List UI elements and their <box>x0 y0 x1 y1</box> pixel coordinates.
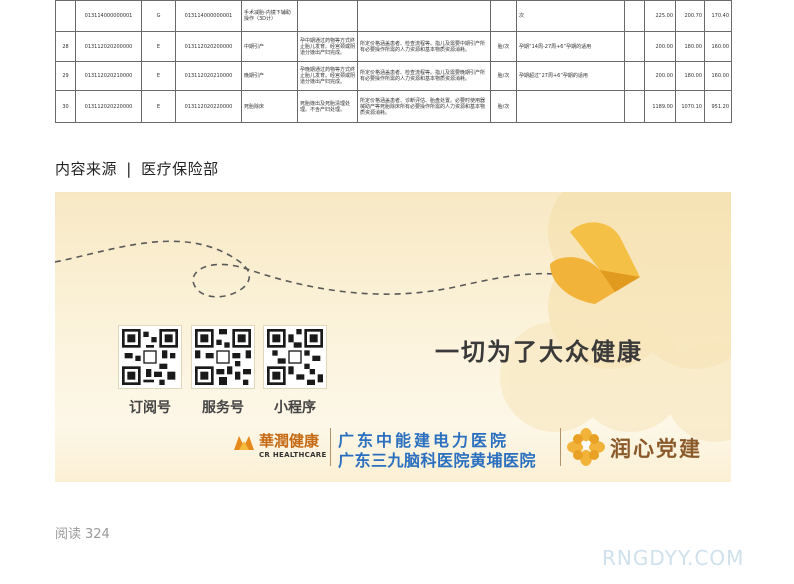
read-count-label: 阅读 <box>55 527 82 542</box>
fee-table-fragment: 013114000000001 G 013114000000001 手术减胎-内镜下辅… <box>55 0 732 123</box>
table-cell: E <box>141 31 176 62</box>
table-cell <box>297 0 358 32</box>
table-cell: 死胎娩出及死胎清理处理。不含产妇处理。 <box>297 90 358 123</box>
brand-name-en: CR HEALTHCARE <box>259 451 327 459</box>
table-cell: 951.20 <box>704 90 732 123</box>
qr-label-service: 服务号 <box>202 400 244 416</box>
qr-code-icon <box>195 329 251 385</box>
party-building-flower-icon <box>567 428 605 466</box>
health-banner[interactable]: 订阅号 服务号 小程序 一切为了大众健康 華潤健康 CR HEALTHCARE … <box>55 192 731 482</box>
table-cell <box>55 0 76 32</box>
table-row: 30 013112020220000 E 013112020220000 死胎除床 死胎娩… <box>55 90 732 123</box>
table-cell: 所定价格涵盖患者、检查流程等。指儿及需要中期引产所有必要操作所需的人力资源和基本… <box>357 31 491 62</box>
dashed-flight-path <box>55 240 556 298</box>
table-cell: 013114000000001 <box>75 0 142 32</box>
qr-code-subscription[interactable] <box>118 325 182 389</box>
table-cell: G <box>141 0 176 32</box>
table-cell: E <box>141 90 176 123</box>
table-cell: 孕期超过“27周+6”孕期的适用 <box>516 61 625 91</box>
hospital-name-2: 广东三九脑科医院黄埔医院 <box>338 451 537 470</box>
logo-divider <box>330 428 331 466</box>
table-cell: 孕中期通过药物等方式终止胎儿发育。经宫颈或阴道分娩出产妇完成。 <box>297 31 358 62</box>
table-cell <box>624 0 645 32</box>
table-cell: 013112020210000 <box>75 61 142 91</box>
qr-code-mini-program[interactable] <box>263 325 327 389</box>
qr-code-icon <box>267 329 323 385</box>
table-cell: 所定价格涵盖患者、检查流程等。指儿及需要晚期引产所有必要操作所需的人力资源和基本… <box>357 61 491 91</box>
table-cell: 29 <box>55 61 76 91</box>
table-cell: 013112020200000 <box>175 31 242 62</box>
table-cell <box>516 90 625 123</box>
table-cell: 013112020210000 <box>175 61 242 91</box>
table-cell: 013114000000001 <box>175 0 242 32</box>
qr-code-icon <box>122 329 178 385</box>
table-cell: 孕期“14周-27周+6”孕期的适用 <box>516 31 625 62</box>
table-cell: 180.00 <box>675 61 705 91</box>
table-cell: 160.00 <box>704 61 732 91</box>
table-cell: 晚期引产 <box>241 61 298 91</box>
table-cell: 200.00 <box>644 61 676 91</box>
brand-name-cn: 華潤健康 <box>259 432 320 450</box>
table-cell <box>624 31 645 62</box>
table-cell: 225.00 <box>644 0 676 32</box>
content-source-value: 医疗保险部 <box>141 160 219 178</box>
table-cell: 所定价格涵盖患者、诊断评估、胎盘处置。必要时使用器械助产等死胎除床所有必要操作所… <box>357 90 491 123</box>
table-row: 013114000000001 G 013114000000001 手术减胎-内镜下辅… <box>55 0 732 32</box>
table-cell: 30 <box>55 90 76 123</box>
table-cell: 180.00 <box>675 31 705 62</box>
read-count: 阅读 324 <box>55 523 110 542</box>
cr-healthcare-logo-icon <box>234 436 254 450</box>
site-watermark: RNGDYY.COM <box>602 546 745 570</box>
content-source-label: 内容来源 <box>55 160 118 178</box>
table-cell: 28 <box>55 31 76 62</box>
banner-slogan: 一切为了大众健康 <box>435 338 643 366</box>
table-cell <box>624 90 645 123</box>
table-cell: 胎/次 <box>490 90 517 123</box>
qr-label-mini-program: 小程序 <box>274 400 316 416</box>
content-source: 内容来源 | 医疗保险部 <box>55 158 219 179</box>
table-row: 28 013112020200000 E 013112020200000 中期引产 孕中期… <box>55 31 732 62</box>
table-cell: 中期引产 <box>241 31 298 62</box>
table-cell: 200.00 <box>644 31 676 62</box>
table-cell: 死胎除床 <box>241 90 298 123</box>
table-cell: 孕晚期通过药物等方式终止胎儿发育。经宫颈或阴道分娩出产妇完成。 <box>297 61 358 91</box>
table-cell: 1189.00 <box>644 90 676 123</box>
table-cell <box>624 61 645 91</box>
table-cell: 160.00 <box>704 31 732 62</box>
table-cell: 013112020220000 <box>75 90 142 123</box>
logo-divider <box>560 428 561 466</box>
table-cell: 次 <box>516 0 625 32</box>
table-cell: 胎/次 <box>490 61 517 91</box>
qr-label-subscription: 订阅号 <box>129 400 171 416</box>
table-cell: 170.40 <box>704 0 732 32</box>
qr-code-service[interactable] <box>191 325 255 389</box>
table-cell <box>357 0 491 32</box>
table-row: 29 013112020210000 E 013112020210000 晚期引产 孕晚期… <box>55 61 732 91</box>
table-cell: 013112020220000 <box>175 90 242 123</box>
table-cell: 1070.10 <box>675 90 705 123</box>
table-cell: 200.70 <box>675 0 705 32</box>
read-count-value: 324 <box>85 527 110 542</box>
table-cell: E <box>141 61 176 91</box>
logo-strip: 華潤健康 CR HEALTHCARE 广东中能建电力医院 广东三九脑科医院黄埔医… <box>233 426 713 470</box>
table-cell <box>490 0 517 32</box>
content-source-separator: | <box>126 160 132 178</box>
table-cell: 013112020200000 <box>75 31 142 62</box>
table-cell: 手术减胎-内镜下辅助操作（3D计） <box>241 0 298 32</box>
table-cell: 胎/次 <box>490 31 517 62</box>
party-brand-text: 润心党建 <box>610 436 702 461</box>
fee-table: 013114000000001 G 013114000000001 手术减胎-内镜下辅… <box>55 0 732 123</box>
